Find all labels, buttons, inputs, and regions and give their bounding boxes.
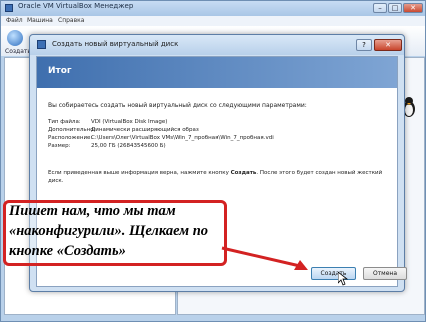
param-value: VDI (VirtualBox Disk Image)	[91, 119, 168, 125]
virtualbox-icon	[5, 4, 13, 12]
help-button[interactable]: ?	[356, 39, 372, 51]
main-window-title: Oracle VM VirtualBox Менеджер	[18, 2, 134, 10]
param-value: 25,00 ГБ (26843545600 Б)	[91, 143, 166, 149]
param-value: Динамически расширяющийся образ	[91, 127, 199, 133]
menu-file[interactable]: Файл	[6, 17, 23, 24]
maximize-button[interactable]: □	[388, 3, 402, 13]
minimize-button[interactable]: –	[373, 3, 387, 13]
param-label: Расположение:	[48, 135, 93, 141]
menu-machine[interactable]: Машина	[27, 17, 53, 24]
cancel-button[interactable]: Отмена	[363, 267, 407, 280]
param-label: Размер:	[48, 143, 71, 149]
param-label: Дополнительно:	[48, 127, 96, 133]
mouse-cursor-icon	[338, 272, 348, 286]
dialog-titlebar: Создать новый виртуальный диск ? ✕	[30, 35, 404, 55]
param-value: C:\Users\Олег\VirtualBox VMs\Win_7_пробн…	[91, 135, 274, 141]
create-vm-label[interactable]: Создать	[5, 48, 31, 55]
param-label: Тип файла:	[48, 119, 81, 125]
virtualbox-icon	[37, 40, 46, 49]
summary-header: Итог	[37, 57, 397, 88]
page-title: Итог	[48, 66, 72, 76]
create-button[interactable]: Создать	[311, 267, 356, 280]
dialog-close-button[interactable]: ✕	[374, 39, 402, 51]
intro-text: Вы собираетесь создать новый виртуальный…	[48, 102, 307, 109]
main-titlebar: Oracle VM VirtualBox Менеджер – □ ✕	[1, 1, 425, 16]
dialog-title: Создать новый виртуальный диск	[52, 40, 179, 48]
menubar: Файл Машина Справка	[1, 16, 425, 26]
confirmation-note: Если приведенная выше информация верна, …	[48, 170, 383, 184]
annotation-text: Пишет нам, что мы там «наконфигурили». Щ…	[9, 203, 209, 259]
close-button[interactable]: ✕	[403, 3, 423, 13]
menu-help[interactable]: Справка	[58, 17, 84, 24]
create-vm-icon[interactable]	[7, 30, 23, 46]
